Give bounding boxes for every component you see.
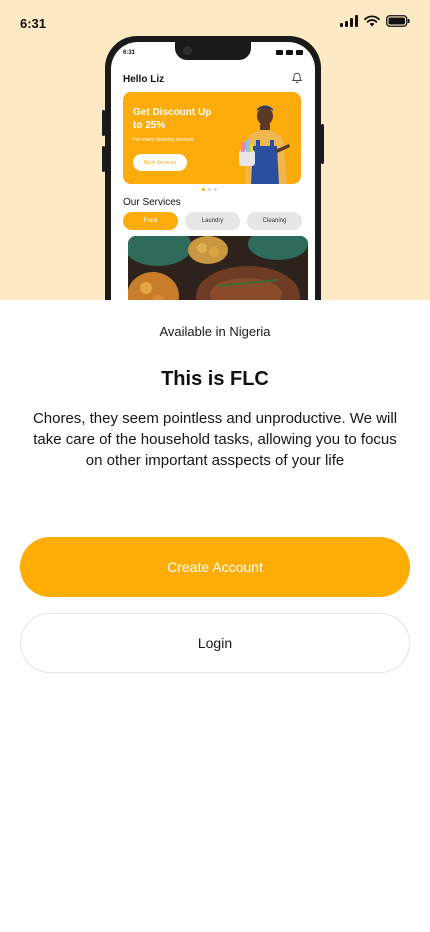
status-time: 6:31 — [20, 16, 47, 31]
cleaner-illustration — [239, 105, 290, 184]
food-photo — [128, 236, 308, 300]
login-button[interactable]: Login — [20, 613, 410, 673]
mockup-book-services-button: Book Services — [133, 154, 187, 171]
mockup-carousel-dots — [202, 188, 217, 191]
signal-icon — [340, 15, 358, 27]
mockup-status-time: 6:31 — [123, 50, 136, 56]
battery-icon — [386, 15, 410, 27]
page-title: This is FLC — [161, 368, 269, 390]
mockup-banner-title: Get Discount Up to 25% — [133, 107, 212, 131]
create-account-button[interactable]: Create Account — [20, 537, 410, 597]
mockup-chip-cleaning: Cleaning — [247, 212, 302, 230]
mockup-service-chips: Food Laundry Cleaning — [123, 212, 302, 230]
mockup-discount-banner: Get Discount Up to 25% For every cleanin… — [123, 92, 301, 184]
wifi-icon — [364, 15, 380, 27]
mockup-chip-food: Food — [123, 212, 178, 230]
availability-label: Available in Nigeria — [159, 324, 271, 339]
bell-icon — [291, 72, 303, 84]
hero-section: 6:31 6:31 Hello Liz Get Discount Up to 2… — [0, 0, 430, 300]
status-icons — [340, 15, 410, 27]
description-text: Chores, they seem pointless and unproduc… — [32, 410, 398, 469]
mockup-services-heading: Our Services — [123, 197, 181, 208]
phone-power-button — [321, 124, 324, 164]
phone-camera — [183, 46, 192, 55]
phone-screen: 6:31 Hello Liz Get Discount Up to 25% Fo… — [111, 42, 315, 300]
phone-mockup: 6:31 Hello Liz Get Discount Up to 25% Fo… — [105, 36, 321, 300]
mockup-greeting: Hello Liz — [123, 74, 165, 85]
mockup-status-icons — [276, 50, 303, 55]
mockup-chip-laundry: Laundry — [185, 212, 240, 230]
mockup-banner-subtitle: For every cleaning services — [133, 137, 194, 143]
